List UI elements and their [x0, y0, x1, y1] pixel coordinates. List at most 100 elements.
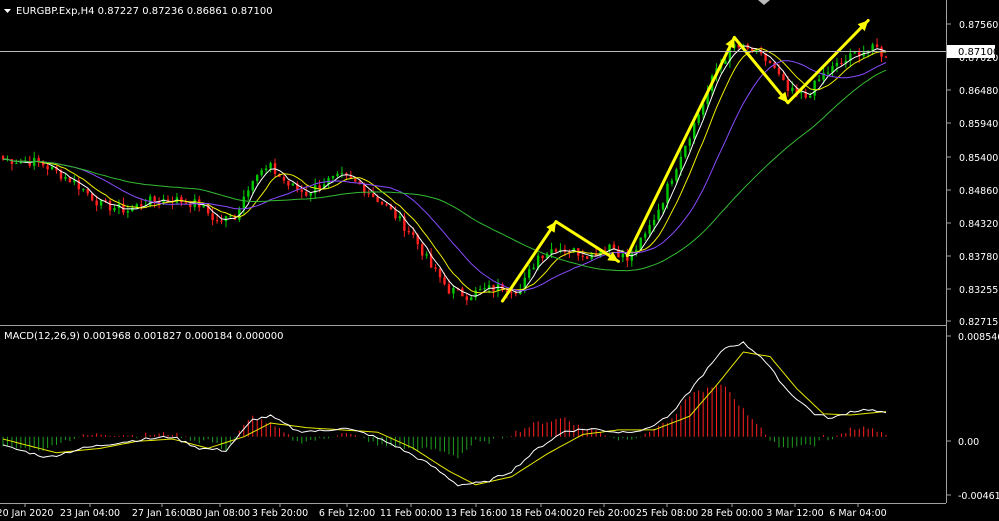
candle-body: [336, 173, 339, 177]
candle-body: [394, 209, 397, 219]
candle-body: [367, 193, 370, 195]
candle-body: [300, 189, 303, 192]
time-tick-label: 3 Mar 12:00: [766, 508, 823, 519]
candle-body: [657, 209, 660, 220]
candle-body: [679, 156, 683, 170]
candle-body: [465, 296, 468, 301]
candle-body: [247, 190, 250, 197]
candle-body: [514, 292, 518, 294]
trading-chart[interactable]: 0.875600.870200.864800.859400.854000.848…: [0, 0, 999, 521]
candle-body: [412, 232, 415, 235]
price-marker: 0.87100: [947, 45, 999, 58]
time-tick-label: 27 Jan 16:00: [132, 508, 192, 519]
candle-body: [82, 188, 85, 190]
chart-background: [0, 0, 999, 521]
candle-body: [648, 225, 651, 234]
time-tick-label: 13 Feb 16:00: [445, 508, 507, 519]
price-tick-label: 0.84860: [959, 186, 998, 197]
candle-body: [407, 230, 411, 233]
candle-body: [215, 220, 219, 222]
candle-body: [826, 72, 830, 74]
candle-body: [554, 249, 558, 252]
candle-body: [99, 200, 103, 206]
candle-body: [666, 183, 669, 204]
time-tick-label: 3 Feb 20:00: [252, 508, 308, 519]
price-tick-label: 0.87560: [959, 20, 998, 31]
candle-body: [782, 74, 785, 81]
candle-body: [643, 233, 647, 238]
candle-body: [487, 285, 491, 289]
candle-body: [853, 52, 856, 54]
time-tick-label: 20 Feb 20:00: [573, 508, 635, 519]
candle-body: [684, 145, 687, 157]
candle-body: [840, 62, 843, 64]
candle-body: [693, 122, 696, 139]
candle-body: [291, 183, 295, 186]
candle-body: [421, 244, 424, 256]
time-tick-label: 11 Feb 00:00: [380, 508, 442, 519]
candle-body: [447, 284, 451, 294]
candle-body: [251, 180, 254, 191]
candle-body: [180, 197, 183, 203]
candle-body: [269, 163, 272, 169]
price-tick-label: 0.83780: [959, 252, 998, 263]
candle-body: [220, 220, 223, 222]
candle-body: [434, 267, 437, 269]
candle-body: [581, 255, 584, 257]
candle-body: [287, 180, 290, 186]
price-tick-label: 0.85400: [959, 153, 998, 164]
candle-body: [425, 254, 428, 256]
candle-body: [817, 79, 821, 81]
candle-body: [443, 277, 446, 285]
candle-body: [309, 193, 312, 196]
candle-body: [50, 166, 54, 170]
candle-body: [260, 170, 263, 176]
time-tick-label: 20 Jan 2020: [0, 508, 53, 519]
candle-body: [331, 176, 335, 179]
candle-body: [452, 288, 455, 294]
candle-body: [376, 196, 379, 202]
macd-tick-label: 0.008546: [958, 332, 999, 343]
price-tick-label: 0.84320: [959, 219, 998, 230]
candle-body: [108, 200, 112, 211]
time-tick-label: 6 Mar 04:00: [829, 508, 886, 519]
macd-tick-label: 0.00: [958, 437, 979, 448]
macd-info: MACD(12,26,9) 0.001968 0.001827 0.000184…: [4, 331, 284, 342]
candle-body: [398, 216, 402, 219]
candle-body: [724, 61, 727, 64]
candle-body: [661, 203, 665, 210]
candle-body: [354, 178, 357, 182]
candle-body: [15, 163, 18, 165]
candle-body: [318, 185, 321, 189]
candle-body: [184, 202, 188, 204]
candle-body: [478, 289, 482, 291]
time-tick-label: 28 Feb 00:00: [701, 508, 763, 519]
candle-body: [229, 215, 232, 217]
candle-body: [242, 196, 246, 209]
candle-body: [113, 208, 116, 211]
candle-body: [791, 87, 794, 91]
candle-body: [675, 169, 678, 181]
candle-body: [532, 267, 535, 270]
candle-body: [483, 288, 486, 290]
candle-body: [371, 193, 375, 197]
candle-body: [528, 269, 531, 278]
price-tick-label: 0.85940: [959, 119, 998, 130]
symbol-header: EURGBP.Exp,H4 0.87227 0.87236 0.86861 0.…: [4, 6, 273, 17]
candle-body: [835, 62, 839, 67]
candle-body: [875, 44, 879, 48]
candle-body: [813, 80, 816, 96]
candle-body: [224, 216, 228, 222]
symbol-info: EURGBP.Exp,H4 0.87227 0.87236 0.86861 0.…: [16, 6, 273, 17]
candle-body: [510, 292, 513, 294]
candle-body: [586, 256, 589, 259]
candle-body: [153, 196, 156, 202]
price-marker-text: 0.87100: [958, 47, 999, 58]
candle-body: [808, 95, 812, 98]
candle-body: [340, 173, 344, 175]
macd-header: MACD(12,26,9) 0.001968 0.001827 0.000184…: [4, 331, 284, 342]
candle-body: [264, 168, 268, 171]
candle-body: [140, 204, 143, 207]
candle-body: [541, 255, 544, 259]
candle-body: [64, 177, 67, 179]
